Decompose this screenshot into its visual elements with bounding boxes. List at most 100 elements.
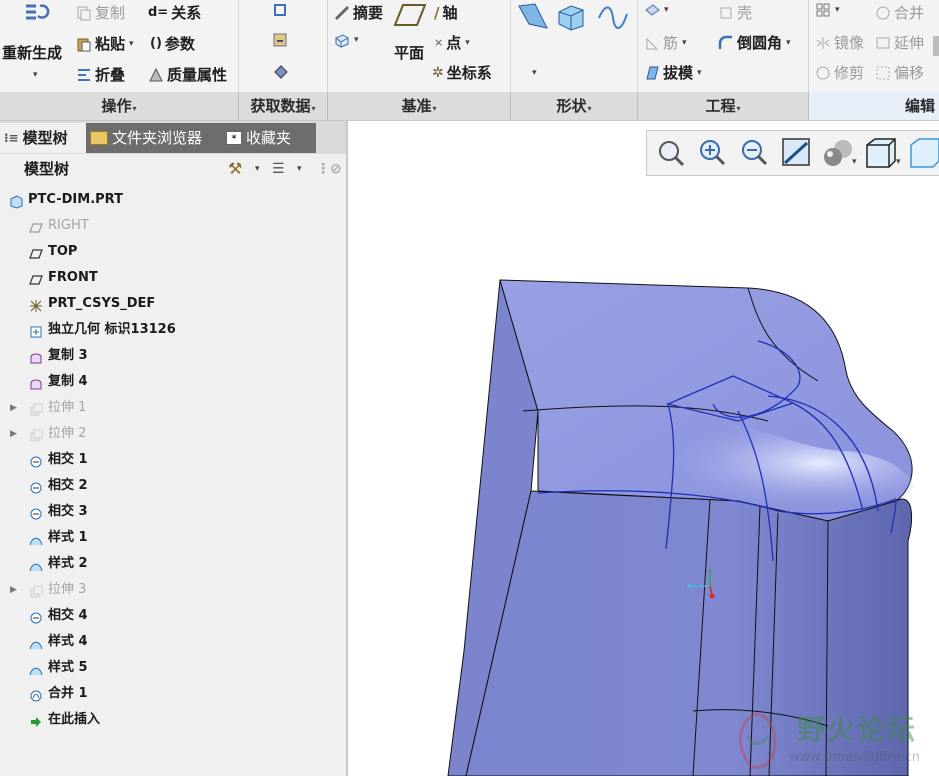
datum-plane-icon <box>29 271 43 285</box>
tree-item[interactable]: ▶ 拉伸 2 <box>0 421 346 447</box>
parameters-button[interactable]: () 参数 <box>150 33 195 54</box>
offset-icon <box>876 66 890 79</box>
tree-item[interactable]: ▶ 拉伸 3 <box>0 577 346 603</box>
saved-orientations-icon[interactable] <box>863 135 899 171</box>
tree-item[interactable]: 复制 3 <box>0 343 346 369</box>
tree-item[interactable]: 相交 2 <box>0 473 346 499</box>
zoom-out-icon[interactable] <box>737 135 773 171</box>
refit-icon[interactable] <box>653 135 689 171</box>
draft-button[interactable]: 拔模 ▾ <box>644 62 702 83</box>
graphics-window[interactable] <box>348 121 939 776</box>
tree-item[interactable]: 在此插入 <box>0 707 346 733</box>
extrude-icon <box>29 401 43 416</box>
expand-arrow-icon[interactable]: ▶ <box>10 395 17 421</box>
shrinkwrap-icon[interactable] <box>272 62 290 80</box>
tab-model-tree[interactable]: ⁝≡ 模型树 <box>0 123 88 153</box>
tree-item-label: FRONT <box>48 270 98 285</box>
tree-settings-icon[interactable]: ⚒ <box>228 154 242 184</box>
tab-folder-browser[interactable]: 文件夹浏览器 <box>86 123 228 153</box>
navigator-tabs: ⁝≡ 模型树 文件夹浏览器 ✶ 收藏夹 <box>0 121 346 154</box>
shell-button[interactable]: 壳 <box>718 2 752 23</box>
revolve-icon[interactable] <box>555 2 587 32</box>
chevron-down-icon: ▾ <box>129 38 134 49</box>
collapse-button[interactable]: 折叠 <box>76 64 125 85</box>
merge-button[interactable]: 合并 <box>875 2 924 23</box>
hole-button[interactable]: ▾ <box>644 2 669 18</box>
tree-item[interactable]: 复制 4 <box>0 369 346 395</box>
group-label-operations[interactable]: 操作▾ <box>0 92 239 120</box>
summary-button[interactable]: 摘要 <box>334 2 383 23</box>
tree-filter-icon[interactable]: ⋮⊘ <box>316 154 342 184</box>
zoom-in-icon[interactable] <box>695 135 731 171</box>
relations-button[interactable]: d= 关系 <box>148 2 201 23</box>
summary-icon <box>334 5 350 20</box>
regenerate-button[interactable]: 重新生成 ▾ <box>2 2 70 88</box>
chevron-down-icon[interactable]: ▾ <box>532 68 537 78</box>
tree-item[interactable]: 合并 1 <box>0 681 346 707</box>
group-label-edit[interactable]: 编辑 <box>809 92 939 120</box>
chevron-down-icon: ▾ <box>354 35 359 45</box>
tree-item[interactable]: TOP <box>0 239 346 265</box>
point-button[interactable]: × 点 ▾ <box>434 32 470 53</box>
tree-item[interactable]: 样式 5 <box>0 655 346 681</box>
rib-icon <box>646 37 659 49</box>
plane-button[interactable]: 平面 <box>392 2 430 72</box>
chevron-down-icon[interactable]: ▾ <box>297 154 302 184</box>
group-label-shape[interactable]: 形状▾ <box>511 92 638 120</box>
tree-item[interactable]: 独立几何 标识13126 <box>0 317 346 343</box>
tree-item[interactable]: 样式 4 <box>0 629 346 655</box>
ribbon-group-labels: 操作▾ 获取数据▾ 基准▾ 形状▾ 工程▾ 编辑 <box>0 92 939 121</box>
sweep-icon[interactable] <box>597 2 629 32</box>
round-button[interactable]: 倒圆角 ▾ <box>718 32 791 53</box>
tree-show-icon[interactable]: ☰ <box>272 154 285 184</box>
tree-item[interactable]: FRONT <box>0 265 346 291</box>
tree-item[interactable]: ▶ 拉伸 1 <box>0 395 346 421</box>
paste-icon <box>77 38 91 51</box>
tree-item[interactable]: 相交 1 <box>0 447 346 473</box>
copy-geometry-icon[interactable] <box>272 32 290 50</box>
user-defined-feature-icon[interactable] <box>272 2 290 20</box>
favorites-icon: ✶ <box>226 131 242 145</box>
chevron-down-icon: ▾ <box>132 104 137 113</box>
shell-icon <box>720 7 732 18</box>
copy-button[interactable]: 复制 <box>76 2 125 23</box>
expand-arrow-icon[interactable]: ▶ <box>10 421 17 447</box>
tree-item[interactable]: 相交 3 <box>0 499 346 525</box>
tree-item[interactable]: 样式 2 <box>0 551 346 577</box>
copy-icon <box>77 6 91 20</box>
extend-button[interactable]: 延伸 <box>875 32 924 53</box>
tree-item-label: 拉伸 2 <box>48 426 87 441</box>
mass-properties-button[interactable]: 质量属性 <box>148 64 227 85</box>
tree-item-label: 相交 2 <box>48 478 88 493</box>
rib-button[interactable]: 筋 ▾ <box>644 32 687 53</box>
expand-arrow-icon[interactable]: ▶ <box>10 577 17 603</box>
group-label-datum[interactable]: 基准▾ <box>328 92 511 120</box>
model-geometry[interactable] <box>348 121 939 776</box>
trim-button[interactable]: 修剪 <box>815 62 864 83</box>
plane-label: 平面 <box>394 44 425 62</box>
trim-icon <box>816 66 830 79</box>
mirror-button[interactable]: 镜像 <box>815 32 864 53</box>
group-label-get-data[interactable]: 获取数据▾ <box>239 92 328 120</box>
relations-icon: d= <box>148 5 169 20</box>
pattern-button[interactable]: ▾ <box>815 2 840 18</box>
paste-button[interactable]: 粘贴 ▾ <box>76 33 134 54</box>
chevron-down-icon[interactable]: ▾ <box>852 157 857 167</box>
repaint-icon[interactable] <box>779 135 815 171</box>
axis-button[interactable]: / 轴 <box>434 2 458 23</box>
chevron-down-icon[interactable]: ▾ <box>896 157 901 167</box>
chevron-down-icon[interactable]: ▾ <box>255 154 260 184</box>
tree-item[interactable]: 相交 4 <box>0 603 346 629</box>
pattern-icon <box>816 3 830 17</box>
tree-item[interactable]: PRT_CSYS_DEF <box>0 291 346 317</box>
csys-button[interactable]: ✲ 坐标系 <box>432 62 492 83</box>
datum-sketch-button[interactable]: ▾ <box>334 32 359 48</box>
tree-item[interactable]: PTC-DIM.PRT <box>0 187 346 213</box>
tree-item[interactable]: RIGHT <box>0 213 346 239</box>
tree-item[interactable]: 样式 1 <box>0 525 346 551</box>
offset-button[interactable]: 偏移 <box>875 62 924 83</box>
view-manager-icon[interactable] <box>907 135 939 171</box>
tab-favorites[interactable]: ✶ 收藏夹 <box>222 123 316 153</box>
extrude-icon[interactable] <box>517 2 549 32</box>
group-label-engineering[interactable]: 工程▾ <box>638 92 809 120</box>
